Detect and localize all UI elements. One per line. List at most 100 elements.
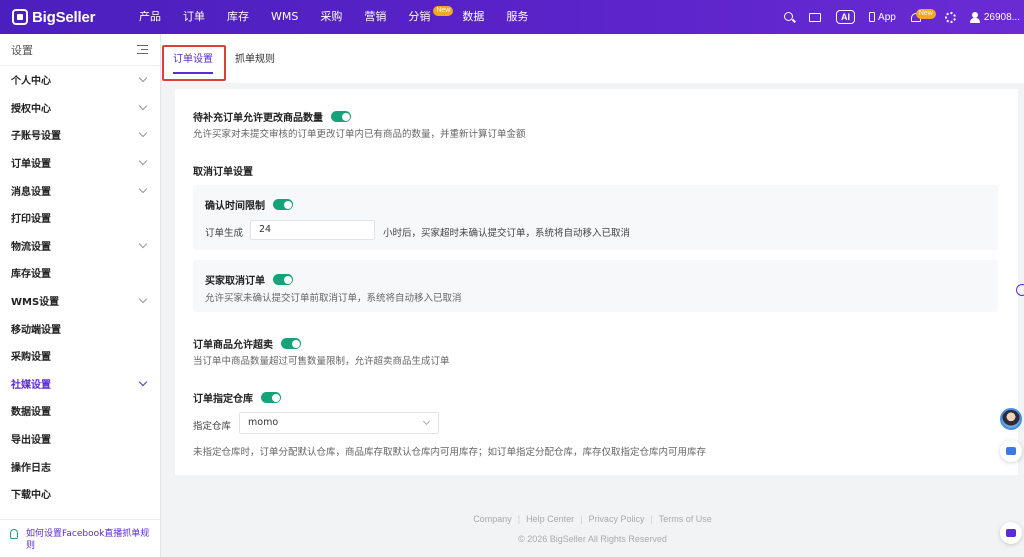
nav-item-marketing[interactable]: 营销 bbox=[353, 0, 397, 34]
warehouse-select[interactable]: momo bbox=[239, 412, 439, 434]
support-avatar[interactable] bbox=[1000, 408, 1022, 430]
order-settings-panel: 待补充订单允许更改商品数量 允许买家对未提交审核的订单更改订单内已有商品的数量，… bbox=[175, 89, 1018, 475]
phone-icon bbox=[869, 12, 876, 22]
highlight-box bbox=[162, 45, 226, 81]
sidebar-item-wms-settings[interactable]: WMS设置 bbox=[0, 287, 160, 315]
chevron-down-icon bbox=[422, 417, 431, 426]
logo-icon bbox=[12, 9, 28, 25]
confirm-time-limit-toggle[interactable] bbox=[273, 199, 293, 210]
top-right-tools: AI App New 26908... bbox=[776, 0, 1020, 34]
footer-link-company[interactable]: Company bbox=[473, 514, 512, 524]
sidebar-item-authorization[interactable]: 授权中心 bbox=[0, 94, 160, 122]
pending-edit-toggle[interactable] bbox=[331, 111, 351, 122]
warehouse-toggle[interactable] bbox=[261, 392, 281, 403]
help-link[interactable]: 如何设置Facebook直播抓单规则 bbox=[0, 519, 160, 557]
chevron-down-icon bbox=[138, 101, 148, 111]
notification-bell[interactable]: New bbox=[910, 9, 936, 24]
nav-item-wms[interactable]: WMS bbox=[260, 0, 309, 34]
search-icon[interactable] bbox=[782, 10, 796, 24]
pending-edit-title: 待补充订单允许更改商品数量 bbox=[193, 113, 323, 124]
nav-item-services[interactable]: 服务 bbox=[495, 0, 539, 34]
user-menu[interactable]: 26908... bbox=[969, 11, 1020, 23]
warehouse-label: 指定仓库 bbox=[193, 421, 232, 432]
warehouse-desc: 未指定仓库时，订单分配默认仓库，商品库存取默认仓库内可用库存；如订单指定分配仓库… bbox=[193, 447, 707, 458]
chevron-down-icon bbox=[138, 377, 148, 387]
warehouse-setting: 订单指定仓库 bbox=[193, 390, 281, 405]
nav-item-inventory[interactable]: 库存 bbox=[216, 0, 260, 34]
app-download-button[interactable]: App bbox=[869, 12, 896, 23]
oversell-title: 订单商品允许超卖 bbox=[193, 340, 273, 351]
help-link-text: 如何设置Facebook直播抓单规则 bbox=[26, 529, 150, 551]
brand-name: BigSeller bbox=[32, 8, 96, 26]
scroll-handle-icon[interactable] bbox=[1016, 284, 1024, 296]
folder-download-icon[interactable] bbox=[808, 10, 822, 24]
notification-new-badge: New bbox=[915, 9, 936, 19]
top-navbar: BigSeller 产品 订单 库存 WMS 采购 营销 分销 New 数据 服… bbox=[0, 0, 1024, 34]
buyer-cancel-title: 买家取消订单 bbox=[205, 276, 265, 287]
footer-links: Company | Help Center | Privacy Policy | Terms… bbox=[473, 514, 712, 524]
sidebar-item-print-settings[interactable]: 打印设置 bbox=[0, 204, 160, 232]
buyer-cancel-setting: 买家取消订单 bbox=[205, 272, 293, 287]
confirm-time-limit-title: 确认时间限制 bbox=[205, 201, 265, 212]
tab-capture-rules[interactable]: 抓单规则 bbox=[235, 47, 275, 73]
oversell-desc: 当订单中商品数量超过可售数量限制，允许超卖商品生成订单 bbox=[193, 356, 450, 367]
feedback-icon[interactable] bbox=[1000, 522, 1022, 544]
oversell-setting: 订单商品允许超卖 bbox=[193, 336, 301, 351]
sidebar-item-mobile-settings[interactable]: 移动端设置 bbox=[0, 314, 160, 342]
nav-item-products[interactable]: 产品 bbox=[128, 0, 172, 34]
chevron-down-icon bbox=[138, 294, 148, 304]
settings-sidebar: 设置 个人中心 授权中心 子账号设置 订单设置 消息设置 打印设置 物流设置 库… bbox=[0, 34, 161, 557]
sidebar-item-inventory-settings[interactable]: 库存设置 bbox=[0, 259, 160, 287]
chevron-down-icon bbox=[138, 156, 148, 166]
chevron-down-icon bbox=[138, 184, 148, 193]
buyer-cancel-desc: 允许买家未确认提交订单前取消订单，系统将自动移入已取消 bbox=[205, 293, 462, 304]
brand-logo[interactable]: BigSeller bbox=[12, 9, 112, 26]
warehouse-title: 订单指定仓库 bbox=[193, 394, 253, 405]
confirm-time-limit-box: 确认时间限制 订单生成 24 小时后，买家超时未确认提交订单，系统将自动移入已取… bbox=[193, 185, 998, 250]
settings-tabs: 订单设置 抓单规则 bbox=[161, 34, 1024, 83]
hours-input[interactable]: 24 bbox=[250, 220, 375, 240]
sidebar-item-purchase-settings[interactable]: 采购设置 bbox=[0, 342, 160, 370]
nav-item-purchase[interactable]: 采购 bbox=[309, 0, 353, 34]
lightbulb-icon bbox=[10, 529, 18, 539]
ai-button[interactable]: AI bbox=[836, 10, 856, 24]
pending-edit-setting: 待补充订单允许更改商品数量 bbox=[193, 109, 351, 124]
gear-icon[interactable] bbox=[944, 10, 958, 24]
sidebar-item-export-settings[interactable]: 导出设置 bbox=[0, 425, 160, 453]
footer-link-terms-of-use[interactable]: Terms of Use bbox=[659, 514, 712, 524]
sidebar-item-operation-log[interactable]: 操作日志 bbox=[0, 452, 160, 480]
sidebar-item-personal-center[interactable]: 个人中心 bbox=[0, 66, 160, 94]
pending-edit-desc: 允许买家对未提交审核的订单更改订单内已有商品的数量，并重新计算订单金额 bbox=[193, 129, 526, 140]
nav-item-distribution[interactable]: 分销 New bbox=[397, 0, 454, 34]
sidebar-item-message-settings[interactable]: 消息设置 bbox=[0, 176, 160, 204]
chat-icon[interactable] bbox=[1000, 440, 1022, 462]
sidebar-header: 设置 bbox=[0, 34, 160, 66]
oversell-toggle[interactable] bbox=[281, 338, 301, 349]
sidebar-item-social-settings[interactable]: 社媒设置 bbox=[0, 370, 160, 398]
footer-copyright: © 2026 BigSeller All Rights Reserved bbox=[518, 534, 667, 544]
footer-link-help-center[interactable]: Help Center bbox=[526, 514, 574, 524]
buyer-cancel-toggle[interactable] bbox=[273, 274, 293, 285]
nav-item-data[interactable]: 数据 bbox=[451, 0, 495, 34]
chevron-down-icon bbox=[138, 239, 148, 249]
sidebar-menu: 个人中心 授权中心 子账号设置 订单设置 消息设置 打印设置 物流设置 库存设置… bbox=[0, 66, 160, 508]
cancel-section-title: 取消订单设置 bbox=[193, 167, 253, 178]
hours-suffix-text: 小时后，买家超时未确认提交订单，系统将自动移入已取消 bbox=[383, 228, 631, 239]
sidebar-item-data-settings[interactable]: 数据设置 bbox=[0, 397, 160, 425]
sidebar-item-order-settings[interactable]: 订单设置 bbox=[0, 149, 160, 177]
sidebar-item-logistics-settings[interactable]: 物流设置 bbox=[0, 232, 160, 260]
chevron-down-icon bbox=[138, 129, 148, 138]
order-created-label: 订单生成 bbox=[205, 228, 244, 239]
sidebar-item-download-center[interactable]: 下载中心 bbox=[0, 480, 160, 508]
main-nav: 产品 订单 库存 WMS 采购 营销 分销 New 数据 服务 bbox=[128, 0, 539, 34]
sidebar-title: 设置 bbox=[11, 43, 33, 57]
new-badge: New bbox=[433, 6, 454, 16]
buyer-cancel-box: 买家取消订单 允许买家未确认提交订单前取消订单，系统将自动移入已取消 bbox=[193, 260, 998, 312]
collapse-menu-icon[interactable] bbox=[137, 45, 148, 55]
warehouse-select-value: momo bbox=[248, 417, 279, 428]
footer-link-privacy-policy[interactable]: Privacy Policy bbox=[588, 514, 644, 524]
chevron-down-icon bbox=[138, 74, 148, 83]
confirm-time-limit-setting: 确认时间限制 bbox=[205, 197, 293, 212]
nav-item-orders[interactable]: 订单 bbox=[172, 0, 216, 34]
sidebar-item-sub-accounts[interactable]: 子账号设置 bbox=[0, 121, 160, 149]
